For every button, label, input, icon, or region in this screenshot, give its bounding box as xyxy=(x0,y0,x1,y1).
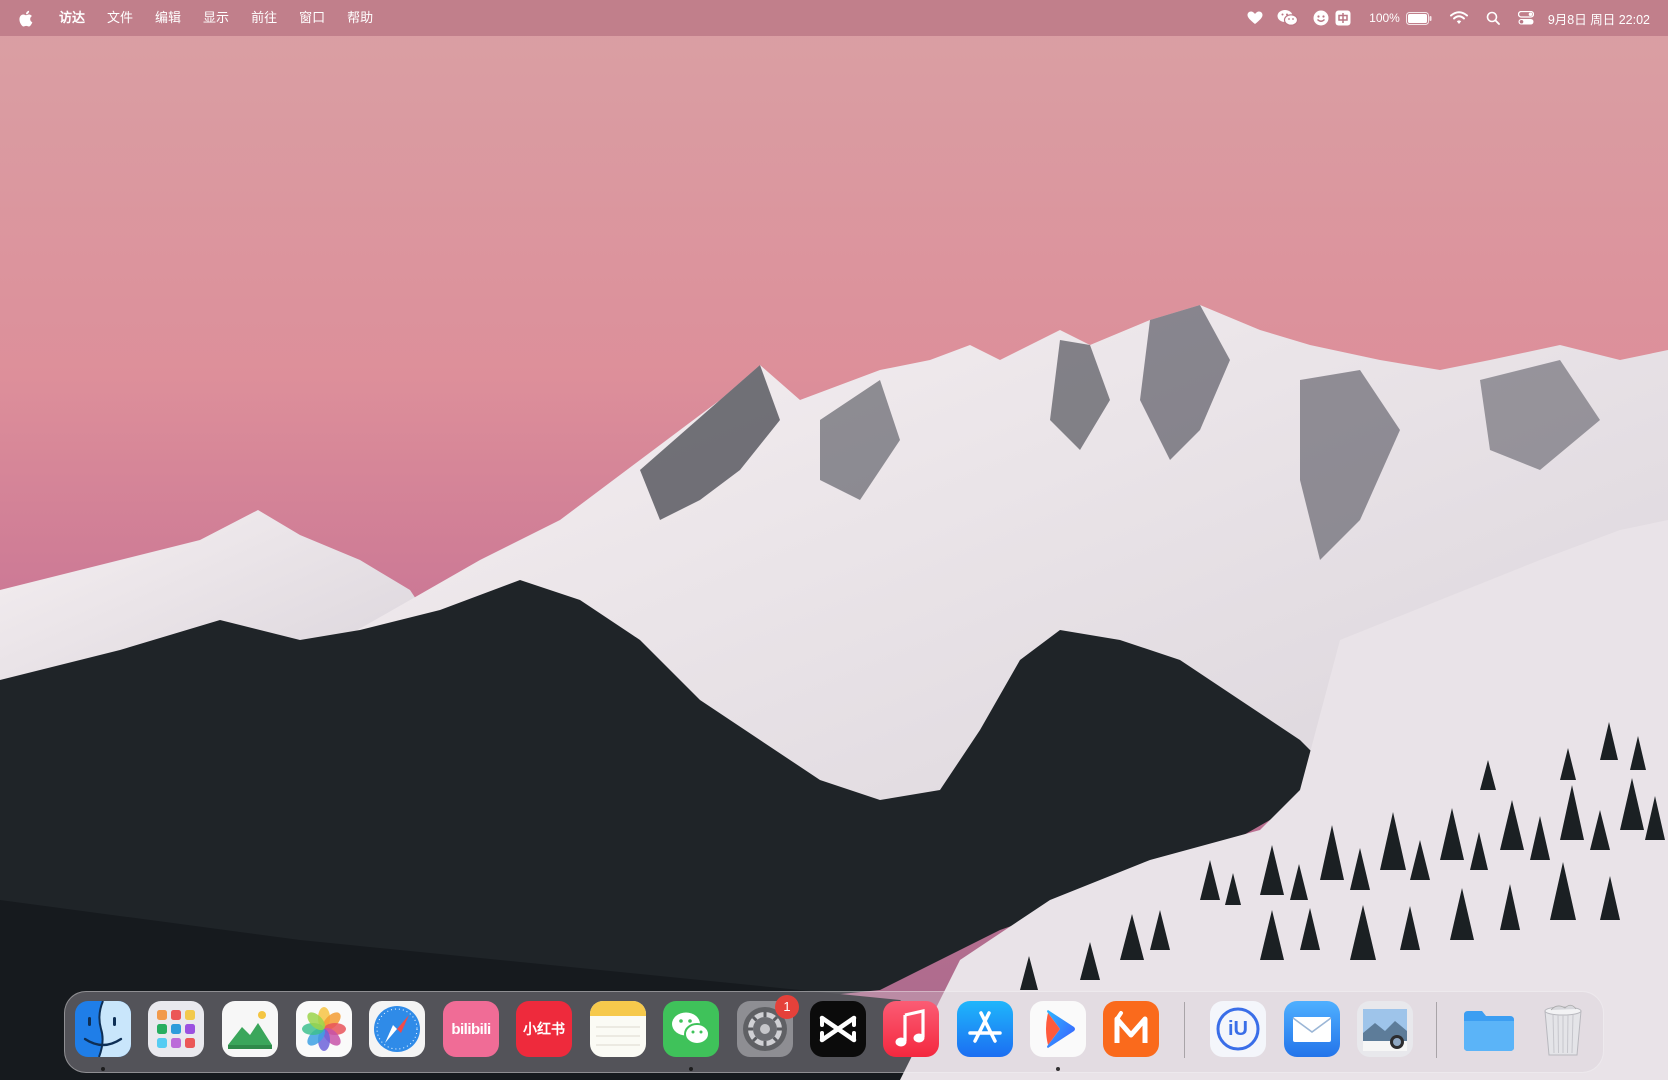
music-icon xyxy=(883,1001,939,1057)
dock-item-iu[interactable]: iU xyxy=(1210,1001,1266,1057)
dock-item-mango-tv[interactable] xyxy=(1103,1001,1159,1057)
bilibili-icon: bilibili xyxy=(443,1001,499,1057)
dock-item-xiaohongshu[interactable]: 小红书 xyxy=(516,1001,572,1057)
finder-icon xyxy=(75,1001,131,1057)
wifi-icon[interactable] xyxy=(1449,0,1468,36)
dock-item-trash[interactable] xyxy=(1535,1001,1591,1057)
face-icon[interactable] xyxy=(1313,0,1329,36)
dock-separator xyxy=(1436,1002,1437,1058)
mango-tv-icon xyxy=(1103,1001,1159,1057)
mail-icon xyxy=(1284,1001,1340,1057)
dock-item-preview[interactable] xyxy=(1357,1001,1413,1057)
menu-file[interactable]: 文件 xyxy=(96,0,144,36)
preview-icon xyxy=(1357,1001,1413,1057)
photos-icon xyxy=(296,1001,352,1057)
menu-bar: 访达 文件 编辑 显示 前往 窗口 帮助 100% 9月8日 周日 22:02 xyxy=(0,0,1668,36)
dock-item-launchpad[interactable] xyxy=(148,1001,204,1057)
desktop-wallpaper xyxy=(0,0,1668,1080)
dock-item-app-store[interactable] xyxy=(957,1001,1013,1057)
preview-landscape-icon xyxy=(222,1001,278,1057)
dock-item-preview-landscape[interactable] xyxy=(222,1001,278,1057)
dock-item-bilibili[interactable]: bilibili xyxy=(443,1001,499,1057)
bilibili-label: bilibili xyxy=(451,1020,491,1038)
notification-badge: 1 xyxy=(775,995,799,1019)
running-indicator xyxy=(689,1067,693,1071)
menu-window[interactable]: 窗口 xyxy=(288,0,336,36)
apple-menu-icon[interactable] xyxy=(18,9,34,27)
dock-item-finder[interactable] xyxy=(75,1001,131,1071)
dock-item-downloads-folder[interactable] xyxy=(1461,1001,1517,1057)
search-icon[interactable] xyxy=(1486,0,1500,36)
xiaohongshu-label: 小红书 xyxy=(523,1021,565,1037)
iu-label: iU xyxy=(1228,1017,1248,1040)
dock-separator xyxy=(1184,1002,1185,1058)
menu-bar-left: 访达 文件 编辑 显示 前往 窗口 帮助 xyxy=(0,0,384,36)
input-method-icon[interactable] xyxy=(1335,0,1351,36)
dock-item-player[interactable] xyxy=(1030,1001,1086,1071)
menu-view[interactable]: 显示 xyxy=(192,0,240,36)
menu-edit[interactable]: 编辑 xyxy=(144,0,192,36)
app-store-icon xyxy=(957,1001,1013,1057)
wechat-icon xyxy=(663,1001,719,1057)
xiaohongshu-icon: 小红书 xyxy=(516,1001,572,1057)
safari-icon xyxy=(369,1001,425,1057)
heart-icon[interactable] xyxy=(1247,0,1263,36)
dock-item-photos[interactable] xyxy=(296,1001,352,1057)
dock-item-safari[interactable] xyxy=(369,1001,425,1057)
notes-icon xyxy=(590,1001,646,1057)
menu-bar-clock[interactable]: 9月8日 周日 22:02 xyxy=(1548,9,1650,28)
launchpad-icon xyxy=(148,1001,204,1057)
dock-item-wechat[interactable] xyxy=(663,1001,719,1071)
battery-icon[interactable] xyxy=(1405,0,1432,36)
wechat-icon[interactable] xyxy=(1277,0,1299,36)
control-center-icon[interactable] xyxy=(1517,0,1534,36)
iu-icon: iU xyxy=(1210,1001,1266,1057)
running-indicator xyxy=(1056,1067,1060,1071)
app-name-menu[interactable]: 访达 xyxy=(48,0,96,36)
running-indicator xyxy=(101,1067,105,1071)
dock-item-capcut[interactable] xyxy=(810,1001,866,1057)
menu-go[interactable]: 前往 xyxy=(240,0,288,36)
trash-icon xyxy=(1535,1001,1591,1057)
battery-percent[interactable]: 100% xyxy=(1369,0,1400,36)
play-icon xyxy=(1030,1001,1086,1057)
dock-item-notes[interactable] xyxy=(590,1001,646,1057)
dock-item-settings[interactable]: 1 xyxy=(737,995,799,1057)
folder-icon xyxy=(1461,1001,1517,1057)
dock-item-music[interactable] xyxy=(883,1001,939,1057)
capcut-icon xyxy=(810,1001,866,1057)
menu-bar-status: 100% 9月8日 周日 22:02 xyxy=(1233,0,1668,36)
menu-help[interactable]: 帮助 xyxy=(336,0,384,36)
dock-item-mail[interactable] xyxy=(1284,1001,1340,1057)
